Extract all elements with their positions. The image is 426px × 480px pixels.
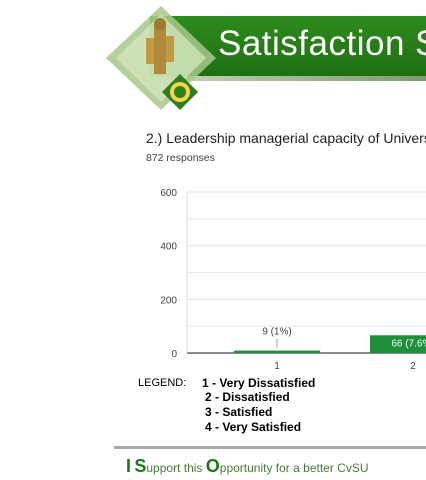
banner: Satisfaction S: [0, 0, 426, 110]
y-tick-label: 0: [171, 349, 177, 360]
footer-letter-i: I: [126, 456, 132, 476]
footer-text-support: upport this: [146, 461, 206, 475]
legend-item-3: 3 - Satisfied: [205, 405, 273, 419]
bar-chart: 600 400 200 0 1 9 (1%) 2 66 (7.6%): [160, 188, 426, 372]
legend-item-2: 2 - Dissatisfied: [205, 390, 290, 404]
legend-item-1: 1 - Very Dissatisfied: [202, 376, 316, 390]
data-label: 9 (1%): [262, 327, 291, 338]
bar: [234, 350, 320, 353]
footer-divider: [114, 446, 426, 449]
footer-text-opportunity: pportunity for a better CvSU: [219, 461, 369, 475]
y-tick-label: 600: [160, 188, 177, 199]
university-logo: [106, 6, 216, 110]
x-tick-label: 2: [410, 361, 416, 372]
legend-key: LEGEND:: [138, 377, 187, 389]
footer-letter-s: S: [134, 456, 147, 476]
question-title: 2.) Leadership managerial capacity of Un…: [146, 130, 426, 146]
banner-title: Satisfaction S: [218, 24, 426, 63]
x-tick-label: 1: [274, 361, 280, 372]
legend-item-4: 4 - Very Satisfied: [205, 420, 302, 434]
data-label: 66 (7.6%): [391, 338, 426, 349]
response-count: 872 responses: [146, 152, 215, 164]
footer-letter-o: O: [205, 456, 220, 476]
footer-slogan: I Support this Opportunity for a better …: [126, 456, 369, 477]
y-tick-label: 400: [160, 242, 177, 253]
y-tick-label: 200: [160, 295, 177, 306]
